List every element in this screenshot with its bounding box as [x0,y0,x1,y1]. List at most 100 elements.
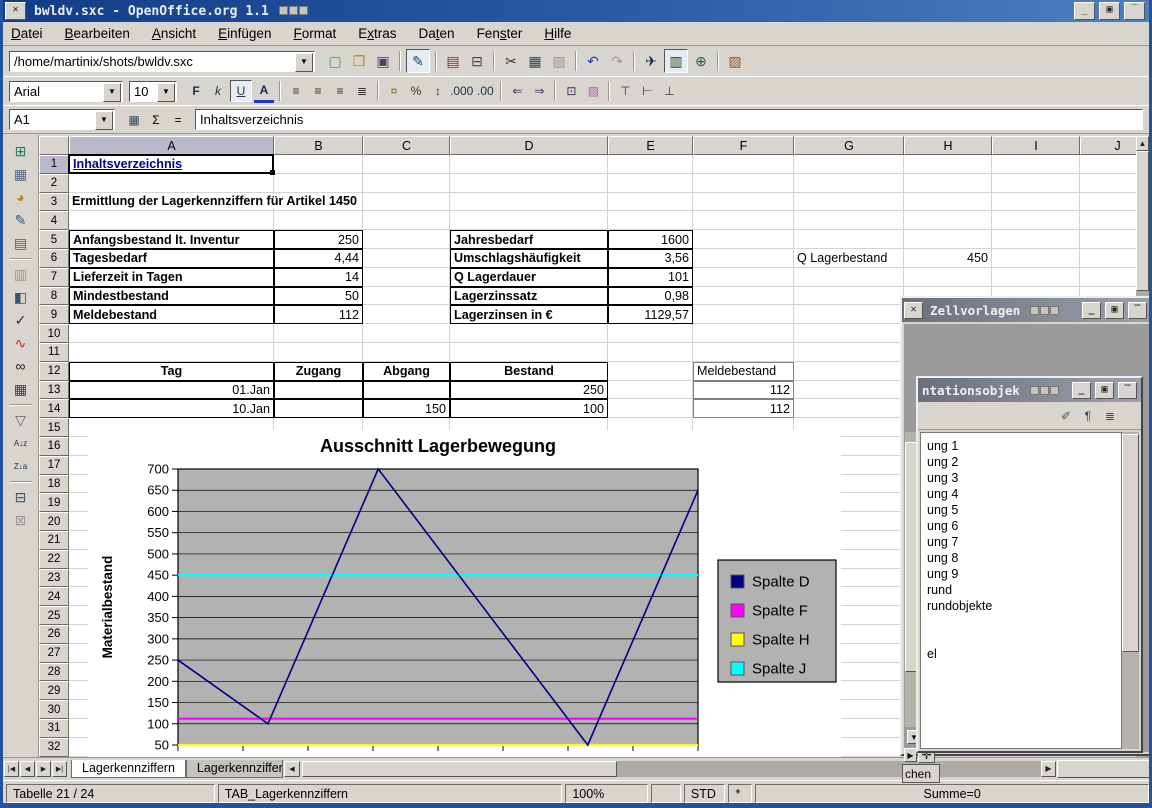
cell-A5[interactable]: Anfangsbestand lt. Inventur [69,230,274,249]
cell-G3[interactable] [794,193,904,212]
cell-G13[interactable] [794,381,904,400]
save-icon[interactable]: ▣ [372,50,394,72]
cell-F7[interactable] [693,268,794,287]
cut-icon[interactable]: ✂ [500,50,522,72]
cell-G12[interactable] [794,362,904,381]
cell-F2[interactable] [693,174,794,193]
cell-F11[interactable] [693,343,794,362]
row-header-20[interactable]: 20 [39,512,69,531]
sum-icon[interactable]: Σ [146,110,166,130]
column-header-C[interactable]: C [363,136,450,155]
cell-F13[interactable]: 112 [693,381,794,400]
cell-E9[interactable]: 1129,57 [608,305,693,324]
row-header-25[interactable]: 25 [39,606,69,625]
cell-G2[interactable] [794,174,904,193]
cell-B14[interactable] [274,399,363,418]
cell-D9[interactable]: Lagerzinsen in € [450,305,608,324]
cell-E8[interactable]: 0,98 [608,287,693,306]
cell-H4[interactable] [904,211,992,230]
cell-E14[interactable] [608,399,693,418]
cell-I6[interactable] [992,249,1080,268]
cell-B4[interactable] [274,211,363,230]
style-list-item[interactable]: ung 4 [921,486,1121,502]
cell-D8[interactable]: Lagerzinssatz [450,287,608,306]
cell-B2[interactable] [274,174,363,193]
font-color-button[interactable]: A [254,80,274,103]
cell-C13[interactable] [363,381,450,400]
cell-F14[interactable]: 112 [693,399,794,418]
chevron-down-icon[interactable]: ▼ [295,53,313,72]
find-replace-icon[interactable]: ∞ [10,355,32,377]
column-header-A[interactable]: A [69,136,274,155]
minimize-button[interactable]: _ [1074,2,1095,20]
cell-B12[interactable]: Zugang [274,362,363,381]
undo-icon[interactable]: ↶ [582,50,604,72]
row-header-23[interactable]: 23 [39,569,69,588]
number-percent-icon[interactable]: % [406,81,426,101]
style-list-item[interactable]: rundobjekte [921,598,1121,614]
cell-H6[interactable]: 450 [904,249,992,268]
row-header-18[interactable]: 18 [39,475,69,494]
next-sheet-button[interactable]: ▶ [36,761,51,777]
menu-hilfe[interactable]: Hilfe [544,26,571,41]
delete-decimal-icon[interactable]: .00 [475,81,495,101]
cell-C10[interactable] [363,324,450,343]
row-header-32[interactable]: 32 [39,738,69,757]
chevron-down-icon[interactable]: ▼ [103,83,121,102]
row-header-22[interactable]: 22 [39,550,69,569]
cell-D2[interactable] [450,174,608,193]
fill-format-mode-icon[interactable]: ✐ [1056,406,1076,426]
cell-G9[interactable] [794,305,904,324]
align-right-icon[interactable]: ≡ [330,81,350,101]
new-document-icon[interactable]: ▢ [324,50,346,72]
datasources-icon[interactable]: ▦ [10,378,32,400]
cell-E11[interactable] [608,343,693,362]
row-header-24[interactable]: 24 [39,587,69,606]
align-justify-icon[interactable]: ≣ [352,81,372,101]
row-header-2[interactable]: 2 [39,174,69,193]
column-header-I[interactable]: I [992,136,1080,155]
cell-B5[interactable]: 250 [274,230,363,249]
cell-A4[interactable] [69,211,274,230]
cell-D6[interactable]: Umschlagshäufigkeit [450,249,608,268]
autospellcheck-icon[interactable]: ∿ [10,332,32,354]
cell-G1[interactable] [794,155,904,174]
cell-A13[interactable]: 01.Jan [69,381,274,400]
number-standard-icon[interactable]: ↕ [428,81,448,101]
presentation-titlebar[interactable]: ntationsobjek _▣‾ [918,378,1141,402]
cell-B11[interactable] [274,343,363,362]
cell-C14[interactable]: 150 [363,399,450,418]
italic-button[interactable]: k [208,81,228,101]
style-list-item[interactable]: ung 2 [921,454,1121,470]
cell-D4[interactable] [450,211,608,230]
cell-H7[interactable] [904,268,992,287]
row-header-4[interactable]: 4 [39,211,69,230]
row-header-12[interactable]: 12 [39,362,69,381]
horizontal-scrollbar[interactable]: ▶ [302,761,1056,777]
cell-A2[interactable] [69,174,274,193]
cell-A14[interactable]: 10.Jan [69,399,274,418]
close-icon[interactable]: ✕ [5,2,26,20]
cell-E6[interactable]: 3,56 [608,249,693,268]
borders-icon[interactable]: ⊡ [561,81,581,101]
cell-C2[interactable] [363,174,450,193]
cell-C1[interactable] [363,155,450,174]
menu-format[interactable]: Format [293,26,336,41]
menu-ansicht[interactable]: Ansicht [152,26,196,41]
cell-H1[interactable] [904,155,992,174]
navigator-icon[interactable]: ✈ [640,50,662,72]
open-icon[interactable]: ❐ [348,50,370,72]
chevron-down-icon[interactable]: ▼ [157,83,175,102]
autofilter-icon[interactable]: ▽ [10,409,32,431]
cell-F6[interactable] [693,249,794,268]
cell-E2[interactable] [608,174,693,193]
new-style-from-selection-icon[interactable]: ¶ [1078,406,1098,426]
minimize-button[interactable]: _ [1082,302,1101,319]
cell-I7[interactable] [992,268,1080,287]
cell-E7[interactable]: 101 [608,268,693,287]
horizontal-scrollbar-thumb[interactable] [302,761,617,777]
row-header-14[interactable]: 14 [39,399,69,418]
increase-indent-icon[interactable]: ⇒ [529,81,549,101]
rollup-button[interactable]: ‾ [1128,302,1147,319]
row-header-21[interactable]: 21 [39,531,69,550]
